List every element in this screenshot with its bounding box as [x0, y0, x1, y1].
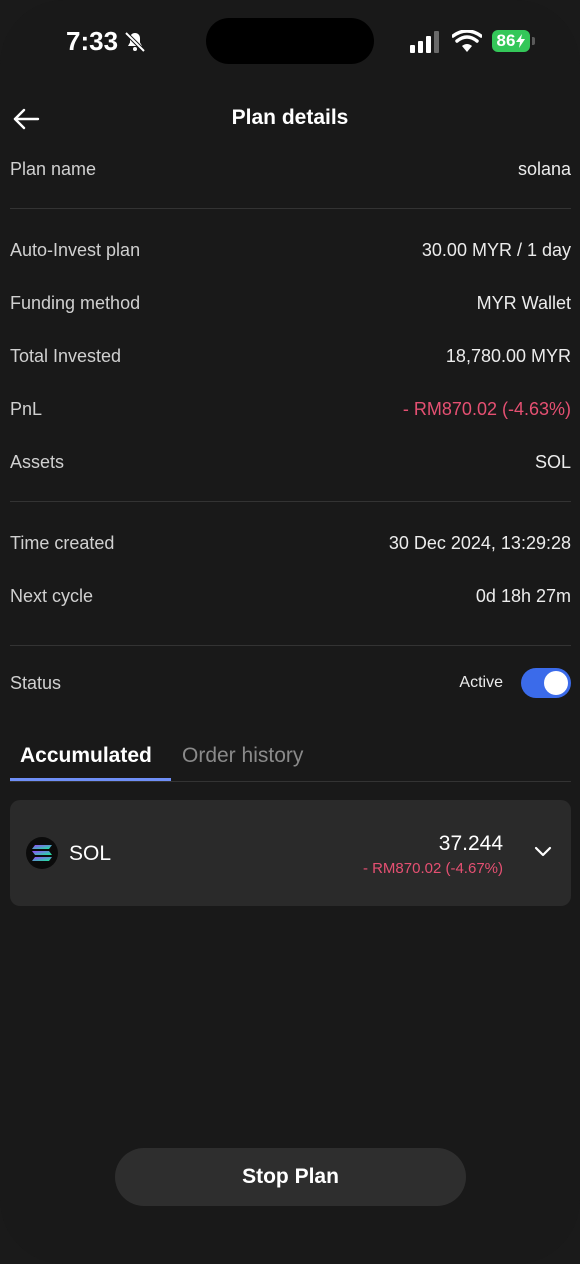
status-value: Active — [459, 674, 503, 691]
next-cycle-value: 0d 18h 27m — [475, 585, 571, 606]
assets-row: Assets SOL — [10, 447, 571, 477]
total-invested-label: Total Invested — [10, 345, 122, 366]
tab-bar: Accumulated Order history — [10, 740, 571, 782]
coin-pnl: - RM870.02 (-4.67%) — [362, 860, 503, 877]
tab-order-history[interactable]: Order history — [182, 744, 303, 768]
coin-amount: 37.244 — [438, 832, 503, 855]
stop-plan-button[interactable]: Stop Plan — [115, 1148, 466, 1206]
auto-invest-row: Auto-Invest plan 30.00 MYR / 1 day — [10, 235, 571, 265]
assets-value: SOL — [534, 451, 571, 472]
divider — [10, 501, 571, 502]
active-tab-indicator — [10, 778, 171, 781]
bell-slash-icon — [124, 31, 146, 53]
pnl-value: - RM870.02 (-4.63%) — [402, 398, 571, 419]
auto-invest-label: Auto-Invest plan — [10, 239, 141, 260]
chevron-down-icon[interactable] — [533, 844, 553, 860]
toggle-knob — [544, 671, 568, 695]
funding-method-row: Funding method MYR Wallet — [10, 288, 571, 318]
total-invested-row: Total Invested 18,780.00 MYR — [10, 341, 571, 371]
dynamic-island — [206, 18, 374, 64]
header: Plan details — [0, 96, 580, 142]
page-title: Plan details — [231, 106, 349, 129]
time-created-value: 30 Dec 2024, 13:29:28 — [388, 532, 571, 553]
assets-label: Assets — [10, 451, 65, 472]
asset-card[interactable]: SOL 37.244 - RM870.02 (-4.67%) — [10, 800, 571, 906]
status-time: 7:33 — [66, 26, 119, 56]
divider — [10, 645, 571, 646]
pnl-label: PnL — [10, 398, 43, 419]
time-created-label: Time created — [10, 532, 115, 553]
auto-invest-value: 30.00 MYR / 1 day — [421, 239, 571, 260]
solana-logo-icon — [26, 837, 58, 869]
phone-screen: 7:33 86 Plan details Plan name solana Au… — [0, 0, 580, 1264]
tab-accumulated[interactable]: Accumulated — [20, 744, 152, 768]
bolt-icon — [516, 34, 526, 48]
status-toggle-wrap: Active — [459, 668, 571, 698]
pnl-row: PnL - RM870.02 (-4.63%) — [10, 394, 571, 424]
funding-method-value: MYR Wallet — [476, 292, 571, 313]
time-created-row: Time created 30 Dec 2024, 13:29:28 — [10, 528, 571, 558]
next-cycle-row: Next cycle 0d 18h 27m — [10, 581, 571, 611]
funding-method-label: Funding method — [10, 292, 141, 313]
next-cycle-label: Next cycle — [10, 585, 94, 606]
status-bar: 7:33 86 — [0, 18, 580, 66]
plan-name-label: Plan name — [10, 158, 97, 179]
battery-cap — [532, 37, 535, 45]
status-toggle[interactable] — [521, 668, 571, 698]
wifi-icon — [452, 30, 482, 52]
status-row: Status Active — [10, 668, 571, 698]
divider — [10, 208, 571, 209]
status-label: Status — [10, 672, 62, 693]
battery-level: 86 — [496, 31, 516, 50]
plan-name-row: Plan name solana — [10, 154, 571, 184]
cellular-signal-icon — [410, 31, 439, 53]
battery-charging-icon: 86 — [492, 30, 530, 52]
plan-name-value: solana — [517, 158, 571, 179]
coin-name: SOL — [69, 842, 112, 865]
total-invested-value: 18,780.00 MYR — [445, 345, 571, 366]
